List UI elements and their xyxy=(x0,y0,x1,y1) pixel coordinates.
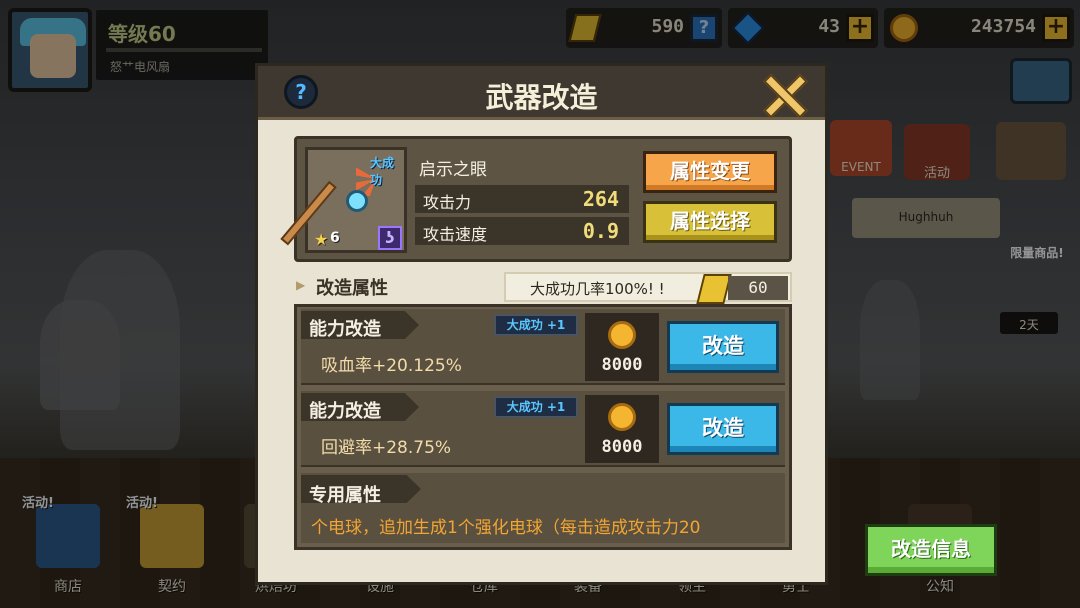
wand-shaft xyxy=(280,180,337,246)
section-title: 改造属性 xyxy=(316,278,388,299)
ticket-count: 60 xyxy=(728,276,788,300)
modal-header: ? 武器改造 xyxy=(258,66,825,120)
speed-value: 0.9 xyxy=(582,219,619,243)
attack-value: 264 xyxy=(582,187,619,211)
cost-value: 8000 xyxy=(601,437,643,457)
great-success-chance-box: 大成功几率100%! ! 60 xyxy=(504,272,792,304)
weapon-panel: 大成功 ★ 6 ʖ 启示之眼 攻击力 264 攻击速度 0.9 属性变更 属性选… xyxy=(280,136,792,262)
upgrade-info-button[interactable]: 改造信息 xyxy=(865,524,997,576)
option-title-bg: 能力改造 xyxy=(301,393,419,421)
wand-orb xyxy=(346,190,368,212)
cost-box: 8000 xyxy=(585,395,659,463)
great-success-chance-text: 大成功几率100%! ! xyxy=(530,280,665,298)
special-title: 专用属性 xyxy=(309,485,381,506)
upgrade-button[interactable]: 改造 xyxy=(667,321,779,373)
upgrade-option-row: 能力改造 大成功 +1 回避率+28.75% 8000 改造 xyxy=(301,391,785,467)
cost-value: 8000 xyxy=(601,355,643,375)
weapon-image[interactable]: 大成功 ★ 6 ʖ xyxy=(280,147,407,253)
great-success-bonus-tag: 大成功 +1 xyxy=(495,315,577,335)
speed-stat-row: 攻击速度 0.9 xyxy=(415,217,629,245)
special-attribute-text: 个电球，追加生成1个强化电球（每击造成攻击力20 xyxy=(311,518,701,538)
option-title-bg: 能力改造 xyxy=(301,311,419,339)
special-attribute: 专用属性 个电球，追加生成1个强化电球（每击造成攻击力20 xyxy=(301,473,785,543)
upgrade-attributes-header: ▶ 改造属性 大成功几率100%! ! 60 xyxy=(294,270,792,304)
star-count: 6 xyxy=(330,230,340,246)
speed-label: 攻击速度 xyxy=(423,225,488,244)
cost-box: 8000 xyxy=(585,313,659,381)
attack-stat-row: 攻击力 264 xyxy=(415,185,629,213)
star-icon: ★ xyxy=(314,230,329,249)
upgrade-button[interactable]: 改造 xyxy=(667,403,779,455)
option-title: 能力改造 xyxy=(309,319,381,340)
weapon-name: 启示之眼 xyxy=(419,160,487,180)
modal-title: 武器改造 xyxy=(485,81,598,114)
great-success-bonus-tag: 大成功 +1 xyxy=(495,397,577,417)
gold-coin-icon xyxy=(608,403,636,431)
gold-coin-icon xyxy=(608,321,636,349)
section-arrow-icon: ▶ xyxy=(296,278,306,292)
great-success-tag: 大成功 xyxy=(370,156,395,187)
attack-label: 攻击力 xyxy=(423,193,472,212)
upgrade-option-row: 能力改造 大成功 +1 吸血率+20.125% 8000 改造 xyxy=(301,309,785,385)
upgrade-options: 能力改造 大成功 +1 吸血率+20.125% 8000 改造 能力改造 大成功… xyxy=(294,304,792,550)
weapon-upgrade-modal: ? 武器改造 大成功 ★ 6 ʖ 启示之眼 攻击力 264 攻击速度 0.9 属… xyxy=(255,63,828,585)
ticket-icon xyxy=(696,274,732,304)
change-attribute-button[interactable]: 属性变更 xyxy=(643,151,777,193)
close-icon[interactable] xyxy=(761,72,805,116)
select-attribute-button[interactable]: 属性选择 xyxy=(643,201,777,243)
rune-icon: ʖ xyxy=(378,226,402,250)
option-title: 能力改造 xyxy=(309,401,381,422)
option-value: 回避率+28.75% xyxy=(321,438,452,458)
option-value: 吸血率+20.125% xyxy=(321,356,462,376)
special-title-bg: 专用属性 xyxy=(301,475,421,503)
